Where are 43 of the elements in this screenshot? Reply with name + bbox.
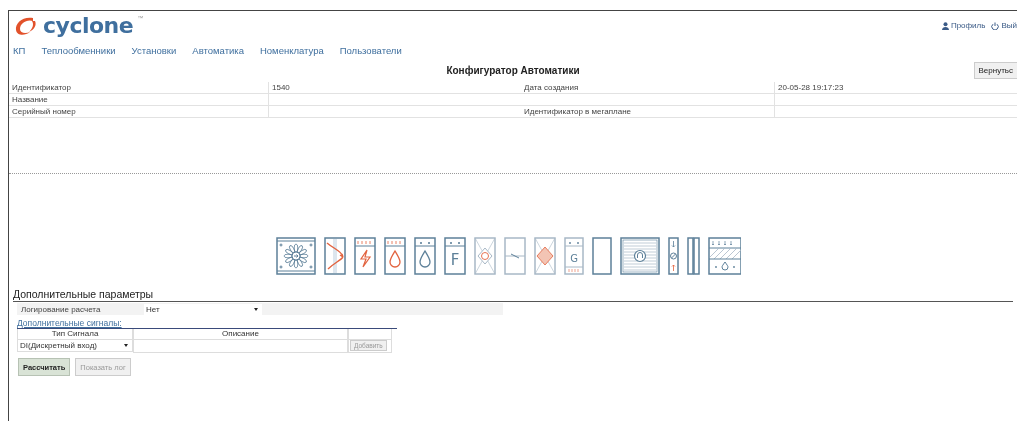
caret-icon: [124, 344, 128, 347]
drop-section-icon: [707, 237, 741, 275]
diamond-section-icon: [473, 237, 496, 275]
damper-section-icon: [503, 237, 526, 275]
letter-section-icon: G: [563, 237, 584, 275]
person-icon: [941, 21, 949, 30]
nav-link[interactable]: Установки: [131, 45, 177, 59]
nav-link[interactable]: КП: [13, 45, 26, 59]
double-panel-icon: [686, 237, 700, 275]
signal-type-select[interactable]: DI(Дискретный вход): [17, 340, 133, 352]
signals-link[interactable]: Дополнительные сигналы:: [17, 318, 397, 329]
field-label: Дата создания: [521, 82, 774, 94]
description-field[interactable]: [133, 340, 348, 353]
diamond-section-icon: [533, 237, 556, 275]
field-label: Идентификатор: [9, 82, 268, 94]
field-label: Идентификатор в мегаплане: [521, 106, 774, 118]
field-value: 20-05-28 19:17:23: [774, 82, 1017, 94]
field-label: Серийный номер: [9, 106, 268, 118]
field-label: Логирование расчета: [21, 304, 102, 314]
page-title: Конфигуратор Автоматики: [446, 64, 580, 76]
letter-section-icon: F: [443, 237, 466, 275]
valve-section-icon: [667, 237, 679, 275]
circle-section-icon: [619, 237, 660, 275]
back-button[interactable]: Вернутьс: [973, 62, 1017, 79]
lightning-section-icon: [353, 237, 376, 275]
section-title: Дополнительные параметры: [13, 288, 1013, 302]
field-value: 1540: [268, 82, 521, 94]
field-label: Название: [9, 94, 268, 106]
logout-link[interactable]: Вый: [991, 21, 1017, 30]
nav-link[interactable]: Номенклатура: [259, 45, 324, 59]
drop-section-icon: [413, 237, 436, 275]
nav-link[interactable]: Теплообменники: [41, 45, 116, 59]
logging-select[interactable]: Нет: [144, 303, 262, 315]
blank-section-icon: [591, 237, 612, 275]
curved-arrow-section-icon: [323, 237, 346, 275]
fan-section-icon: [275, 237, 316, 275]
caret-icon: [254, 307, 258, 311]
drop-section-icon: [383, 237, 406, 275]
profile-link[interactable]: Профиль: [941, 21, 986, 30]
brand-name: cyclone: [43, 15, 134, 37]
power-icon: [991, 21, 1000, 30]
nav-link[interactable]: Автоматика: [192, 45, 244, 59]
nav-link[interactable]: Пользователи: [339, 45, 402, 59]
